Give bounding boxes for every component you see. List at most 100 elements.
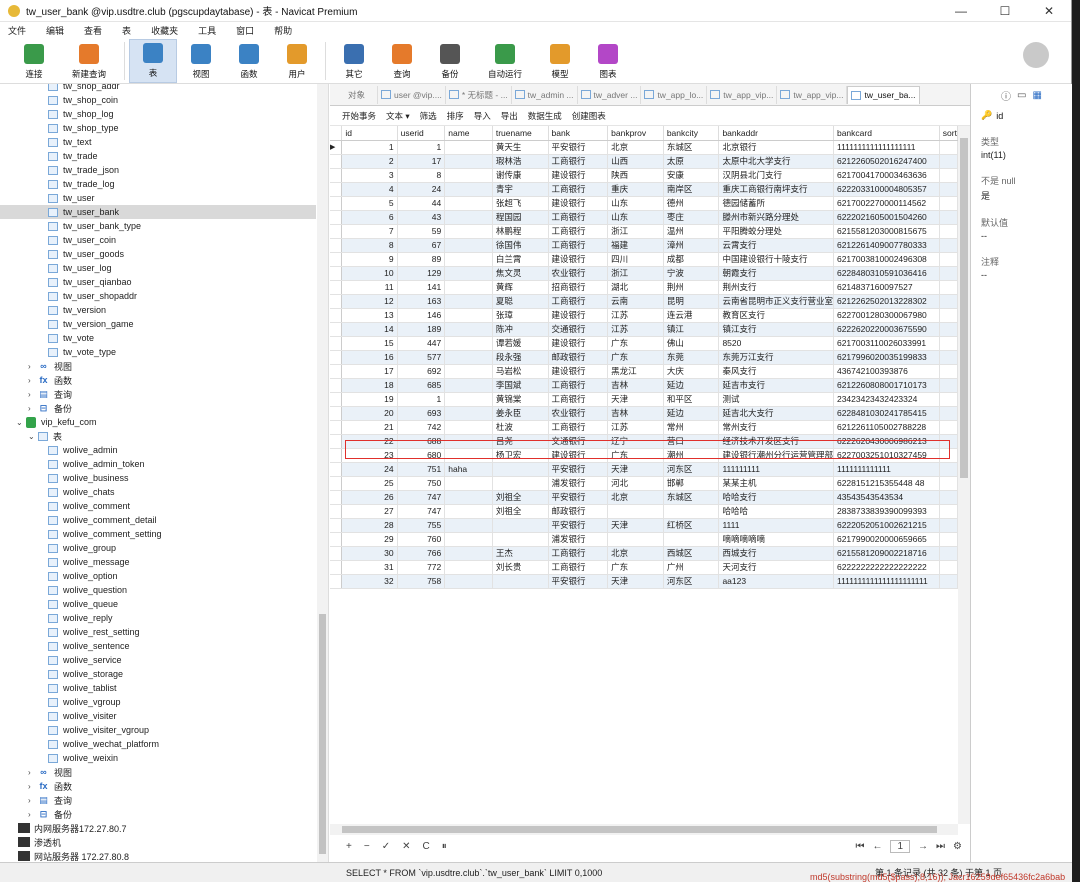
- tree-table-item[interactable]: wolive_admin_token: [0, 457, 316, 471]
- data-toolbar-button-6[interactable]: 数据生成: [528, 110, 562, 122]
- table-cell[interactable]: [444, 322, 493, 337]
- table-cell[interactable]: 2: [341, 154, 398, 169]
- table-cell[interactable]: 6222222222222222222: [833, 560, 940, 575]
- tree-database-item[interactable]: ⌄ vip_kefu_com: [0, 415, 316, 429]
- table-cell[interactable]: 工商银行: [548, 210, 609, 225]
- table-cell[interactable]: aa123: [718, 574, 834, 589]
- table-cell[interactable]: [939, 420, 958, 435]
- toolbar-button-8[interactable]: 备份: [426, 39, 474, 83]
- table-row[interactable]: 18 685 李国斌 工商银行 吉林 延边 延吉市支行 6212260808001710173: [330, 378, 958, 393]
- table-cell[interactable]: 6212262502013228302: [833, 294, 940, 309]
- tab-6[interactable]: tw_app_vip...: [707, 85, 778, 104]
- table-cell[interactable]: 43: [397, 210, 446, 225]
- tab-7[interactable]: tw_app_vip...: [777, 85, 848, 104]
- table-cell[interactable]: 延边: [663, 378, 720, 393]
- tree-group-item[interactable]: › ⊟ 备份: [0, 401, 316, 415]
- nav-button-1[interactable]: −: [364, 841, 370, 852]
- table-cell[interactable]: 29: [341, 532, 398, 547]
- row-indicator[interactable]: [330, 392, 343, 407]
- table-cell[interactable]: [939, 238, 958, 253]
- table-row[interactable]: 3 8 谢传康 建设银行 陕西 安康 汉阴县北门支行 6217004170003463636: [330, 168, 958, 183]
- table-cell[interactable]: 河东区: [663, 462, 720, 477]
- tree-group-item[interactable]: › ∞ 视图: [0, 765, 316, 779]
- table-cell[interactable]: 5: [341, 196, 398, 211]
- table-cell[interactable]: 1111: [718, 518, 834, 533]
- table-cell[interactable]: 河东区: [663, 574, 720, 589]
- table-cell[interactable]: 刘长贵: [492, 560, 549, 575]
- menu-item[interactable]: 编辑: [46, 24, 64, 37]
- table-cell[interactable]: 延吉市支行: [718, 378, 834, 393]
- table-cell[interactable]: 27: [341, 504, 398, 519]
- toolbar-button-11[interactable]: 图表: [584, 39, 632, 83]
- table-cell[interactable]: 山东: [607, 210, 664, 225]
- row-indicator[interactable]: [330, 518, 343, 533]
- table-cell[interactable]: 59: [397, 224, 446, 239]
- table-cell[interactable]: 8: [397, 168, 446, 183]
- table-cell[interactable]: 建设银行: [548, 448, 609, 463]
- table-cell[interactable]: [444, 574, 493, 589]
- table-row[interactable]: 13 146 张璋 建设银行 江苏 连云港 教育区支行 6227001280300067980: [330, 308, 958, 323]
- table-cell[interactable]: [444, 504, 493, 519]
- table-row[interactable]: 15 447 谭若媛 建设银行 广东 佛山 8520 6217003110026033991: [330, 336, 958, 351]
- table-cell[interactable]: 577: [397, 350, 446, 365]
- table-cell[interactable]: [444, 252, 493, 267]
- tree-table-item[interactable]: wolive_visiter: [0, 709, 316, 723]
- table-cell[interactable]: 营口: [663, 434, 720, 449]
- table-cell[interactable]: 李国斌: [492, 378, 549, 393]
- table-cell[interactable]: 张璋: [492, 308, 549, 323]
- tree-table-item[interactable]: wolive_wechat_platform: [0, 737, 316, 751]
- tab-8[interactable]: tw_user_ba...: [847, 85, 920, 104]
- nav-button-0[interactable]: +: [346, 841, 352, 852]
- toolbar-button-0[interactable]: 连接: [10, 39, 58, 83]
- table-cell[interactable]: [492, 574, 549, 589]
- table-row[interactable]: 2 17 瑕林浩 工商银行 山西 太原 太原中北大学支行 621226050201624740…: [330, 154, 958, 169]
- table-cell[interactable]: 31: [341, 560, 398, 575]
- table-cell[interactable]: 刘祖全: [492, 504, 549, 519]
- table-cell[interactable]: 建设银行: [548, 196, 609, 211]
- table-cell[interactable]: [939, 490, 958, 505]
- row-indicator[interactable]: [330, 434, 343, 449]
- table-row[interactable]: 8 67 徐国伟 工商银行 福建 漳州 云霄支行 6212261409007780333: [330, 238, 958, 253]
- sidebar-scrollbar[interactable]: [317, 84, 328, 862]
- table-cell[interactable]: 747: [397, 504, 446, 519]
- table-cell[interactable]: [607, 532, 664, 547]
- table-cell[interactable]: 6228480310591036416: [833, 266, 940, 281]
- table-row[interactable]: 10 129 焦文灵 农业银行 浙江 宁波 朝霞支行 6228480310591036416: [330, 266, 958, 281]
- tree-group-item[interactable]: › fx 函数: [0, 779, 316, 793]
- table-cell[interactable]: 6222620430006986213: [833, 434, 940, 449]
- table-cell[interactable]: 680: [397, 448, 446, 463]
- table-cell[interactable]: [939, 140, 958, 155]
- table-cell[interactable]: 447: [397, 336, 446, 351]
- table-cell[interactable]: 工商银行: [548, 378, 609, 393]
- tree-table-item[interactable]: wolive_sentence: [0, 639, 316, 653]
- table-cell[interactable]: 6217003810002496308: [833, 252, 940, 267]
- table-row[interactable]: 6 43 程国园 工商银行 山东 枣庄 滕州市新兴路分理处 62220216050015042…: [330, 210, 958, 225]
- table-cell[interactable]: 荆州: [663, 280, 720, 295]
- row-indicator[interactable]: [330, 154, 343, 169]
- table-cell[interactable]: 平安银行: [548, 574, 609, 589]
- table-cell[interactable]: 邮政银行: [548, 350, 609, 365]
- table-cell[interactable]: 17: [341, 364, 398, 379]
- table-cell[interactable]: 6212261409007780333: [833, 238, 940, 253]
- table-cell[interactable]: 8: [341, 238, 398, 253]
- table-cell[interactable]: [444, 378, 493, 393]
- table-row[interactable]: 30 766 王杰 工商银行 北京 西城区 西城支行 6215581209002218716: [330, 546, 958, 561]
- table-row[interactable]: 21 742 杜波 工商银行 江苏 常州 常州支行 6212261105002788228: [330, 420, 958, 435]
- page-number[interactable]: 1: [890, 839, 911, 853]
- tree-table-item[interactable]: tw_user_qianbao: [0, 275, 316, 289]
- table-row[interactable]: 24 751 haha 平安银行 天津 河东区 111111111 1111111111111: [330, 462, 958, 477]
- data-toolbar-button-0[interactable]: 开始事务: [342, 110, 376, 122]
- table-cell[interactable]: 天津: [607, 392, 664, 407]
- table-cell[interactable]: 14: [341, 322, 398, 337]
- table-cell[interactable]: 工商银行: [548, 420, 609, 435]
- table-cell[interactable]: [939, 560, 958, 575]
- table-cell[interactable]: 重庆: [607, 182, 664, 197]
- table-cell[interactable]: 程国园: [492, 210, 549, 225]
- table-cell[interactable]: [939, 224, 958, 239]
- table-cell[interactable]: 685: [397, 378, 446, 393]
- table-cell[interactable]: 朝霞支行: [718, 266, 834, 281]
- table-cell[interactable]: 潮州: [663, 448, 720, 463]
- ddl-icon[interactable]: ▭: [1017, 90, 1026, 101]
- table-cell[interactable]: 工商银行: [548, 154, 609, 169]
- row-indicator[interactable]: [330, 266, 343, 281]
